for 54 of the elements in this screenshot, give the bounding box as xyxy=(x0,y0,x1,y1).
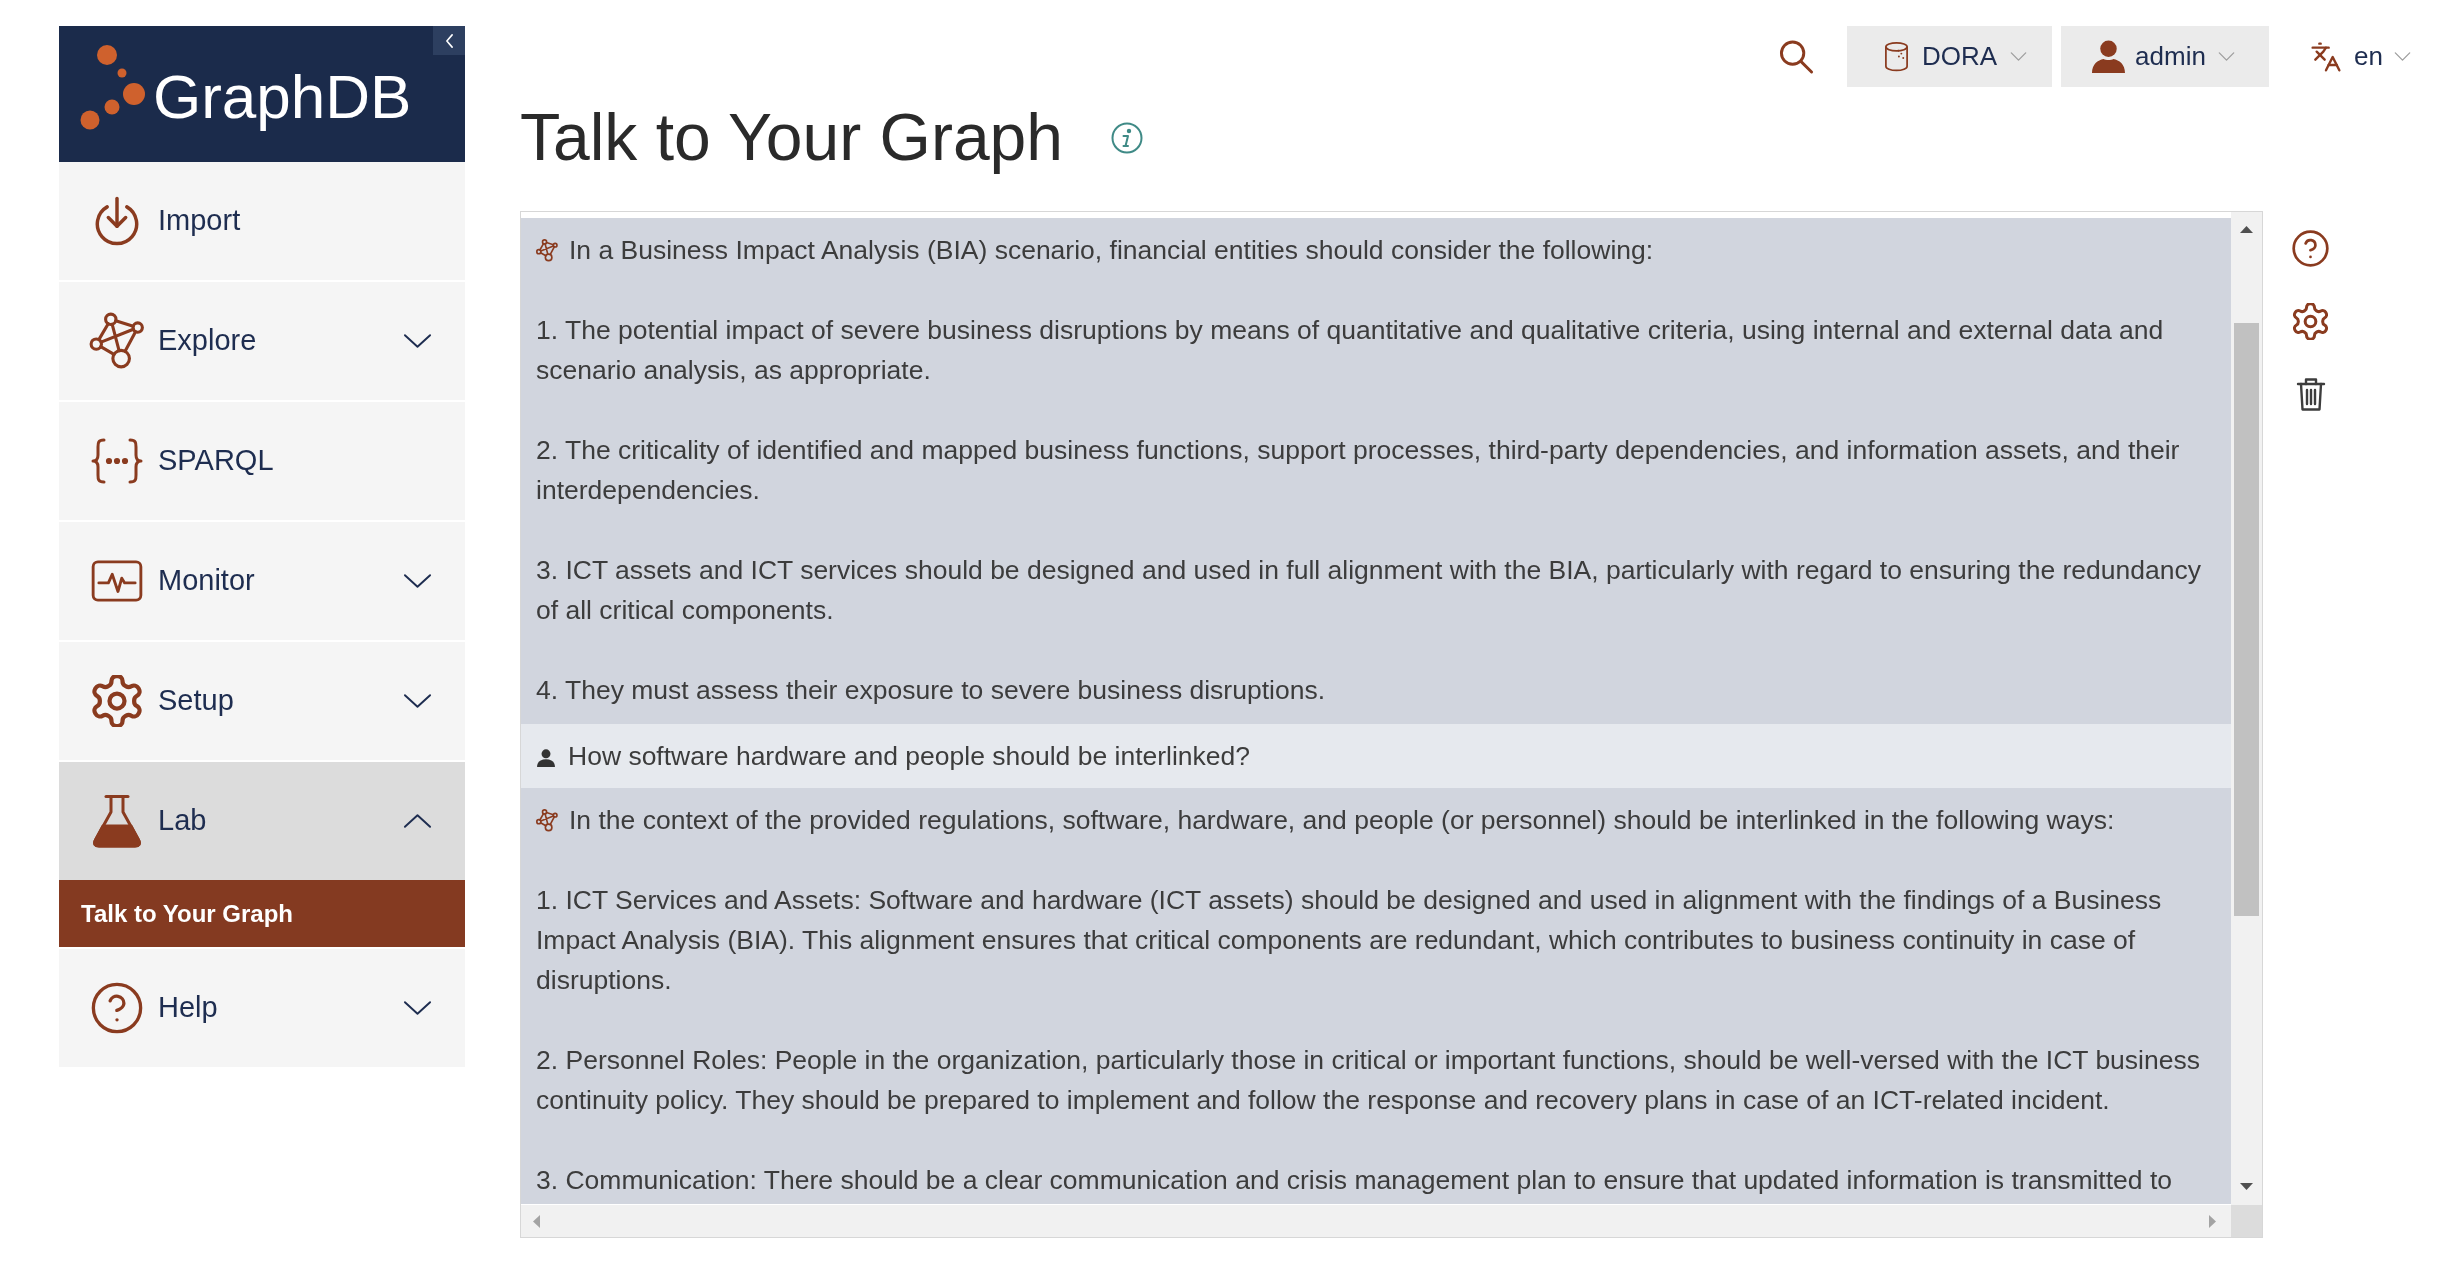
help-icon[interactable] xyxy=(2292,230,2329,267)
sidebar-item[interactable]: SPARQL xyxy=(59,402,465,520)
language-selector[interactable]: en xyxy=(2310,26,2411,87)
sidebar-item[interactable]: Setup xyxy=(59,642,465,760)
chevron-down-icon xyxy=(403,693,432,709)
message-text: 2. Personnel Roles: People in the organization, particularly those in critical or important functions, should be well-versed with the ICT business continuity policy. They should be prepared to implement and follow the response and recovery plans in case of an ICT-related incident. xyxy=(536,1045,2200,1115)
page-title: Talk to Your Graph xyxy=(520,100,1064,175)
chevron-down-icon xyxy=(403,333,432,349)
user-icon xyxy=(2090,40,2128,73)
user-icon xyxy=(536,749,556,767)
network-icon xyxy=(89,312,145,370)
up-arrow-icon[interactable] xyxy=(2240,226,2253,233)
message-text: 1. ICT Services and Assets: Software and hardware (ICT assets) should be designed and used in alignment with the findings of a Business Impact Analysis (BIA). This alignment ensures that critical components are redundant, which contributes to business continuity in case of disruptions. xyxy=(536,885,2162,995)
sidebar-subitem[interactable]: Talk to Your Graph xyxy=(59,880,465,947)
message-text: 2. The criticality of identified and mapped business functions, support processes, third-party dependencies, and information assets, and their interdependencies. xyxy=(536,435,2180,505)
chevron-down-icon xyxy=(2010,52,2028,61)
sidebar-item[interactable]: Help xyxy=(59,949,465,1067)
message-text: 3. ICT assets and ICT services should be designed and used in full alignment with the BIA, particularly with regard to ensuring the redundancy of all critical components. xyxy=(536,555,2202,625)
message-text: 4. They must assess their exposure to severe business disruptions. xyxy=(536,675,1325,705)
info-icon[interactable] xyxy=(1111,121,1144,154)
message-text: In the context of the provided regulations, software, hardware, and people (or personnel) should be interlinked in the following ways: xyxy=(569,805,2115,835)
trash-icon[interactable] xyxy=(2296,376,2326,412)
message-text: 3. Communication: There should be a clear communication and crisis management plan to ensure that updated information is transmitted to xyxy=(536,1165,2173,1195)
dots-logo-icon xyxy=(80,44,146,131)
translate-icon xyxy=(2310,39,2343,74)
download-icon xyxy=(95,196,139,246)
chevron-down-icon xyxy=(2217,52,2235,61)
chevron-left-icon xyxy=(444,33,454,48)
chevron-down-icon xyxy=(403,573,432,589)
network-icon xyxy=(536,239,558,262)
database-icon xyxy=(1883,41,1911,72)
message-text: How software hardware and people should be interlinked? xyxy=(568,741,1251,771)
sidebar-item[interactable]: Lab xyxy=(59,762,465,880)
user-menu-button[interactable]: admin xyxy=(2061,26,2270,87)
chevron-down-icon xyxy=(403,1000,432,1016)
sidebar-item[interactable]: Explore xyxy=(59,282,465,400)
network-icon xyxy=(536,809,558,832)
chevron-down-icon xyxy=(2394,52,2411,61)
sidebar-item[interactable]: Monitor xyxy=(59,522,465,640)
message-text: In a Business Impact Analysis (BIA) scenario, financial entities should consider the following: xyxy=(569,235,1654,265)
down-arrow-icon[interactable] xyxy=(2240,1183,2253,1190)
help-icon xyxy=(91,982,143,1034)
repository-selector[interactable]: DORA xyxy=(1847,26,2053,87)
chevron-up-icon xyxy=(403,813,432,829)
pulse-monitor-icon xyxy=(91,560,143,602)
message-text: 1. The potential impact of severe business disruptions by means of quantitative and qualitative criteria, using internal and external data and scenario analysis, as appropriate. xyxy=(536,315,2164,385)
settings-icon[interactable] xyxy=(2292,303,2329,340)
collapse-sidebar-button[interactable] xyxy=(433,26,465,55)
search-icon[interactable] xyxy=(1779,38,1815,75)
braces-icon xyxy=(91,438,143,484)
sidebar-item[interactable]: Import xyxy=(59,162,465,280)
settings-icon xyxy=(91,675,143,727)
flask-icon xyxy=(91,794,143,848)
scrollbar-thumb[interactable] xyxy=(2234,323,2259,916)
